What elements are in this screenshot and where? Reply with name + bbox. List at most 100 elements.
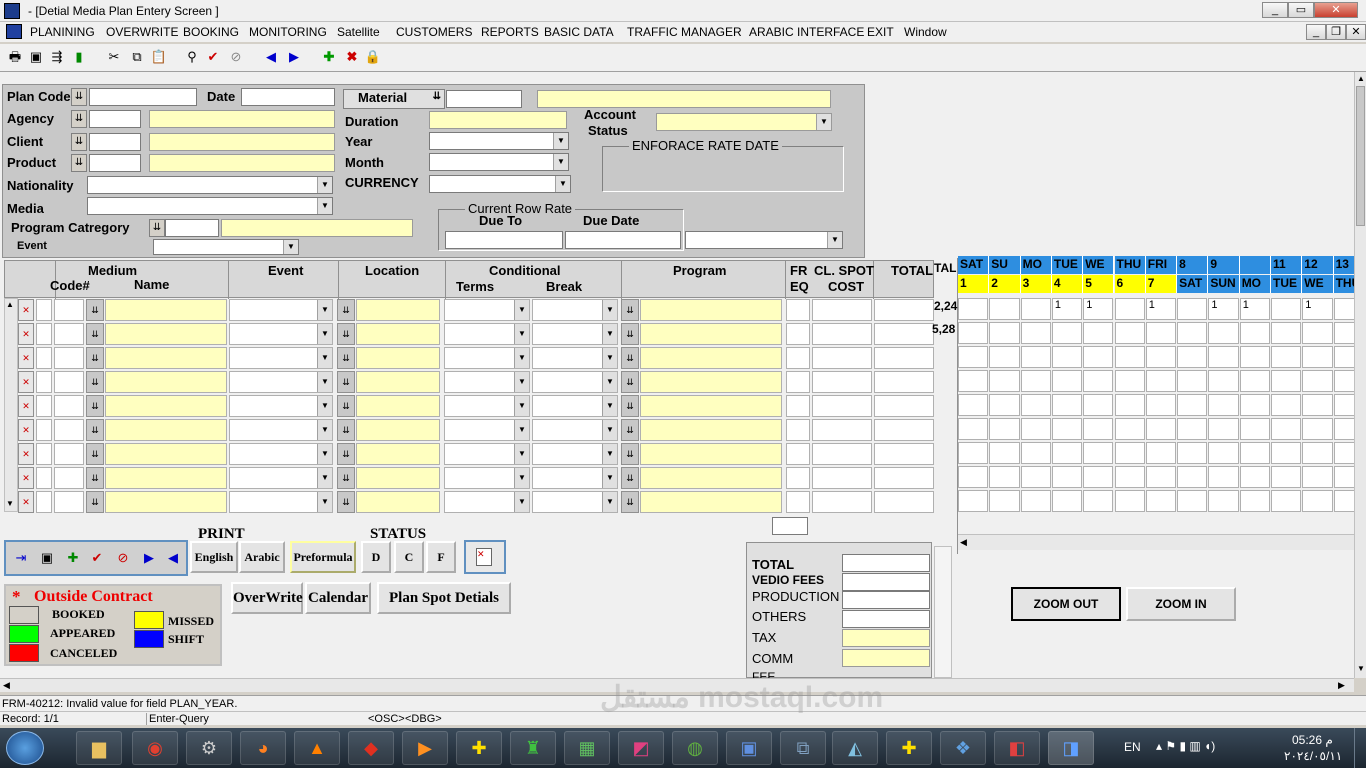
medium-name-cell[interactable] — [105, 371, 227, 393]
vscroll-thumb[interactable] — [1356, 86, 1365, 226]
total-cell[interactable] — [874, 299, 934, 321]
location-lov-button[interactable]: ⇊ — [337, 419, 355, 441]
delete-record-icon[interactable]: ✖ — [343, 48, 361, 66]
freq-cell[interactable] — [786, 347, 810, 369]
freq-cell[interactable] — [786, 419, 810, 441]
medium-code-cell[interactable] — [54, 491, 84, 513]
total-cell[interactable] — [874, 419, 934, 441]
medium-code-cell[interactable] — [54, 395, 84, 417]
calendar-day-cell[interactable] — [1302, 490, 1333, 512]
app-taskbar-icon-7[interactable]: ▣ — [726, 731, 772, 765]
freq-cell[interactable] — [786, 443, 810, 465]
minimize-button[interactable]: _ — [1262, 2, 1288, 18]
menu-planning[interactable]: PLANINING — [30, 25, 95, 39]
row-select-cell[interactable] — [36, 467, 52, 489]
terms-select-cell[interactable]: ▼ — [444, 323, 530, 345]
calendar-day-cell[interactable] — [958, 394, 989, 416]
agency-lov-button[interactable]: ⇊ — [71, 110, 87, 128]
status-c-button[interactable]: C — [394, 541, 424, 573]
due-date-field[interactable] — [565, 231, 681, 249]
dropdown-arrow-icon[interactable]: ▼ — [317, 396, 332, 416]
program-lov-button[interactable]: ⇊ — [621, 395, 639, 417]
menu-basic-data[interactable]: BASIC DATA — [544, 25, 614, 39]
calendar-day-cell[interactable] — [1177, 466, 1208, 488]
calendar-day-cell[interactable] — [1051, 322, 1083, 344]
row-select-cell[interactable] — [36, 371, 52, 393]
calendar-button[interactable]: Calendar — [305, 582, 371, 614]
start-button[interactable] — [6, 731, 44, 765]
calendar-day-cell[interactable] — [1271, 442, 1302, 464]
program-category-lov-button[interactable]: ⇊ — [149, 219, 165, 237]
calendar-day-cell[interactable] — [1114, 298, 1145, 320]
grid-scrollbar[interactable]: ▲ ▼ — [4, 298, 18, 512]
calendar-day-cell[interactable]: 1 — [1145, 298, 1177, 320]
delete-row-icon[interactable]: ✕ — [18, 299, 34, 321]
clock-time[interactable]: 05:26 م — [1292, 733, 1333, 747]
product-name-field[interactable] — [149, 154, 335, 172]
calendar-day-cell[interactable] — [1302, 466, 1333, 488]
cancel-query-icon[interactable]: ⊘ — [227, 48, 245, 66]
status-f-button[interactable]: F — [426, 541, 456, 573]
query-icon[interactable]: ⚲ — [183, 48, 201, 66]
location-cell[interactable] — [356, 419, 440, 441]
medium-name-cell[interactable] — [105, 467, 227, 489]
cl-spot-cost-cell[interactable] — [812, 467, 872, 489]
mdi-minimize-button[interactable]: _ — [1306, 24, 1326, 40]
program-cell[interactable] — [640, 323, 782, 345]
due-to-field[interactable] — [445, 231, 563, 249]
calendar-day-cell[interactable] — [958, 418, 989, 440]
program-lov-button[interactable]: ⇊ — [621, 419, 639, 441]
app-taskbar-icon-12[interactable]: ◧ — [994, 731, 1040, 765]
calendar-day-cell[interactable] — [989, 394, 1020, 416]
dropdown-arrow-icon[interactable]: ▼ — [514, 396, 529, 416]
row-select-cell[interactable] — [36, 299, 52, 321]
calendar-day-cell[interactable] — [1177, 418, 1208, 440]
nationality-select[interactable]: ▼ — [87, 176, 333, 194]
dropdown-arrow-icon[interactable]: ▼ — [602, 396, 617, 416]
cl-spot-cost-cell[interactable] — [812, 395, 872, 417]
menu-satellite[interactable]: Satellite — [337, 25, 380, 39]
medium-name-cell[interactable] — [105, 323, 227, 345]
calendar-day-cell[interactable] — [1051, 490, 1083, 512]
calendar-day-cell[interactable]: 1 — [1239, 298, 1270, 320]
dropdown-arrow-icon[interactable]: ▼ — [317, 420, 332, 440]
production-field[interactable] — [842, 591, 930, 609]
year-select[interactable]: ▼ — [429, 132, 569, 150]
terms-select-cell[interactable]: ▼ — [444, 491, 530, 513]
plan-code-lov-button[interactable]: ⇊ — [71, 88, 87, 106]
calendar-day-cell[interactable] — [989, 418, 1020, 440]
calendar-day-cell[interactable] — [958, 370, 989, 392]
program-lov-button[interactable]: ⇊ — [621, 467, 639, 489]
calendar-day-cell[interactable]: 1 — [1302, 298, 1333, 320]
medium-lov-button[interactable]: ⇊ — [86, 299, 104, 321]
dropdown-arrow-icon[interactable]: ▼ — [514, 300, 529, 320]
freq-cell[interactable] — [786, 299, 810, 321]
medium-lov-button[interactable]: ⇊ — [86, 419, 104, 441]
calendar-day-cell[interactable] — [1271, 346, 1302, 368]
cancel-icon[interactable]: ⊘ — [114, 549, 132, 567]
delete-doc-button[interactable]: ✕ — [464, 540, 506, 574]
tax-field[interactable] — [842, 629, 930, 647]
location-cell[interactable] — [356, 371, 440, 393]
dropdown-arrow-icon[interactable]: ▼ — [317, 444, 332, 464]
app-taskbar-icon-13[interactable]: ◨ — [1048, 731, 1094, 765]
delete-row-icon[interactable]: ✕ — [18, 419, 34, 441]
event-select-cell[interactable]: ▼ — [229, 371, 333, 393]
delete-row-icon[interactable]: ✕ — [18, 491, 34, 513]
calendar-day-cell[interactable] — [1051, 418, 1083, 440]
cl-spot-cost-cell[interactable] — [812, 347, 872, 369]
next-icon[interactable]: ▶ — [285, 48, 303, 66]
media-player-taskbar-icon[interactable]: ▶ — [402, 731, 448, 765]
location-lov-button[interactable]: ⇊ — [337, 299, 355, 321]
menu-reports[interactable]: REPORTS — [481, 25, 539, 39]
calendar-day-cell[interactable] — [1083, 442, 1114, 464]
calendar-day-cell[interactable] — [1020, 298, 1051, 320]
explorer-taskbar-icon[interactable]: ▆ — [76, 731, 122, 765]
calendar-day-cell[interactable] — [1208, 490, 1239, 512]
location-lov-button[interactable]: ⇊ — [337, 443, 355, 465]
media-select[interactable]: ▼ — [87, 197, 333, 215]
cl-spot-cost-cell[interactable] — [812, 323, 872, 345]
calendar-day-cell[interactable] — [1083, 394, 1114, 416]
location-cell[interactable] — [356, 299, 440, 321]
event-select-cell[interactable]: ▼ — [229, 323, 333, 345]
